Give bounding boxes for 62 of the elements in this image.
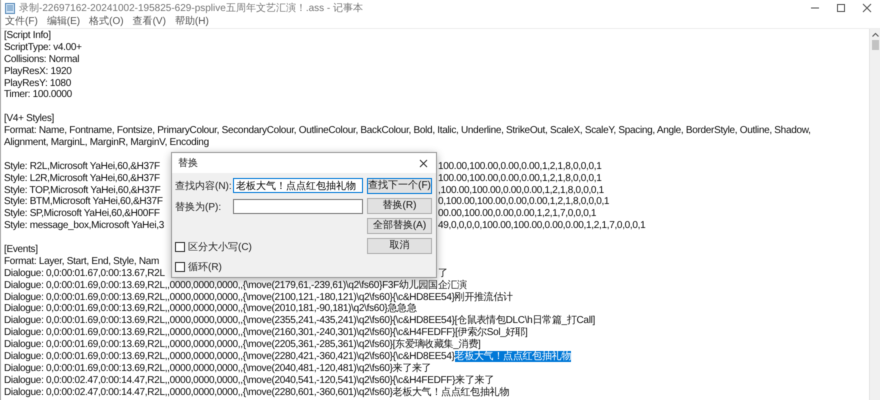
text-line: Style: BTM,Microsoft YaHei,60,&H37F: [4, 196, 163, 208]
dialog-button[interactable]: 全部替换(A): [367, 218, 432, 234]
text-line: Dialogue: 0,0:00:01.69,0:00:13.69,R2L,,0000,0000,0000,,{\move(2179,61,-239,61)\q2\fs60}F3F幼儿园国企汇演: [4, 280, 467, 291]
text-line: Style: SP,Microsoft YaHei,60,&H00FF: [4, 208, 160, 220]
scrollbar-track[interactable]: [869, 29, 880, 400]
menu-item[interactable]: 格式(O): [89, 16, 124, 28]
text-line: [Script Info]: [4, 30, 51, 41]
menu-item[interactable]: 文件(F): [5, 16, 38, 28]
text-line: 100.00,100.00,0.00,0.00,1,2,1,8,0,0,0,1: [438, 160, 602, 173]
text-line: Format: Name, Fontname, Fontsize, PrimaryColour, SecondaryColour, OutlineColour, BackColour, Bold, Italic, Underline, StrikeOut, ScaleX, ScaleY, Spacing, Angle, BorderStyle, Outline, Shadow,: [4, 125, 811, 136]
window-title: 录制-22697162-20241002-195825-629-psplive五周年文艺汇演！.ass - 记事本: [19, 2, 364, 15]
close-button[interactable]: [862, 3, 872, 13]
text-line: [V4+ Styles]: [4, 113, 54, 124]
checkbox[interactable]: [175, 262, 185, 272]
text-line: Dialogue: 0,0:00:01.69,0:00:13.69,R2L,,0000,0000,0000,,{\move(2355,241,-435,241)\q2\fs60}{\c&HD8EE54}[仓鼠表情包DLC\h日常篇_打Call]: [4, 315, 596, 326]
text-line: PlayResY: 1080: [4, 78, 71, 89]
menu-item[interactable]: 编辑(E): [46, 16, 80, 28]
text-line: Alignment, MarginL, MarginR, MarginV, Encoding: [4, 137, 209, 148]
text-line: Collisions: Normal: [4, 54, 80, 65]
checkbox[interactable]: [175, 242, 185, 252]
dialog-title: 替换: [178, 156, 198, 170]
input-field[interactable]: 老板大气！点点红包抽礼物: [233, 178, 363, 193]
dialog-button[interactable]: 替换(R): [367, 198, 432, 214]
checkbox-label: 区分大小写(C): [188, 240, 252, 254]
text-line: Dialogue: 0,0:00:01.69,0:00:13.69,R2L,,0000,0000,0000,,{\move(2280,421,-360,421)\q2\fs60}{\c&HD8EE54}: [4, 351, 455, 362]
text-line: Dialogue: 0,0:00:01.67,0:00:13.67,R2L: [4, 268, 165, 279]
dialog-button[interactable]: 查找下一个(F): [367, 178, 432, 194]
close-button[interactable]: [419, 158, 428, 168]
text-line: Format: Layer, Start, End, Style, Nam: [4, 256, 160, 267]
text-line: Dialogue: 0,0:00:01.69,0:00:13.69,R2L,,0000,0000,0000,,{\move(2160,301,-240,301)\q2\fs60}{\c&H4FEDFF}[伊索尔Sol_好耶]: [4, 327, 528, 338]
menu-item[interactable]: 查看(V): [132, 16, 166, 28]
selected-text: 老板大气！点点红包抽礼物: [454, 351, 572, 362]
caret-icon[interactable]: [872, 32, 878, 37]
text-line: Style: TOP,Microsoft YaHei,60,&H37F: [4, 184, 160, 196]
text-line: Dialogue: 0,0:00:02.47,0:00:14.47,R2L,,0000,0000,0000,,{\move(2040,541,-120,541)\q2\fs60}{\c&H4FEDFF}来了来了: [4, 374, 494, 386]
dialog-button[interactable]: 取消: [367, 238, 432, 254]
text-line: Style: L2R,Microsoft YaHei,60,&H37F: [4, 172, 160, 184]
text-line: Timer: 100.0000: [4, 89, 72, 100]
text-line: Dialogue: 0,0:00:02.47,0:00:14.47,R2L,,0000,0000,0000,,{\move(2280,601,-360,601)\q2\fs60}老板大气！点点红包抽礼物: [4, 386, 510, 398]
text-line: 00.00,100.00,0.00,0.00,1,2,1,7,0,0,0,1: [438, 208, 598, 220]
text-line: Dialogue: 0,0:00:01.69,0:00:13.69,R2L,,0000,0000,0000,,{\move(2100,121,-180,121)\q2\fs60}{\c&HD8EE54}刚开推流估计: [4, 292, 513, 303]
notepad-icon: [5, 2, 15, 14]
text-line: Dialogue: 0,0:00:01.69,0:00:13.69,R2L,,0000,0000,0000,,{\move(2010,181,-90,181)\q2\fs60}急急急: [4, 303, 416, 314]
text-line: PlayResX: 1920: [4, 66, 72, 77]
field-label: 替换为(P):: [175, 200, 222, 214]
checkbox-label: 循环(R): [188, 261, 222, 274]
text-line: [Events]: [4, 244, 38, 256]
scrollbar-thumb[interactable]: [872, 40, 878, 50]
field-label: 查找内容(N):: [175, 180, 233, 192]
text-line: Dialogue: 0,0:00:01.69,0:00:13.69,R2L,,0000,0000,0000,,{\move(2040,481,-120,481)\q2\fs60}来了来了: [4, 362, 432, 374]
menu-item[interactable]: 帮助(H): [174, 16, 209, 28]
text-line: Dialogue: 0,0:00:01.69,0:00:13.69,R2L,,0000,0000,0000,,{\move(2205,361,-285,361)\q2\fs60}[东爱璃收藏集_消费]: [4, 339, 480, 350]
text-line: 100.00,100.00,0.00,0.00,1,2,1,8,0,0,0,1: [438, 172, 602, 185]
text-line: Style: message_box,Microsoft YaHei,3: [4, 220, 164, 232]
text-line: ScriptType: v4.00+: [4, 42, 82, 53]
text-line: ,100.00,100.00,0.00,0.00,1,2,1,8,0,0,0,1: [438, 184, 605, 196]
text-line: Style: R2L,Microsoft YaHei,60,&H37F: [4, 160, 160, 172]
input-field[interactable]: [233, 199, 363, 214]
text-line: 49,0,0,0,0,100.00,100.00,0.00,0.00,1,2,1,7,0,0,0,1: [438, 220, 646, 232]
maximize-button[interactable]: [836, 3, 846, 13]
text-line: 了: [438, 268, 449, 280]
text-line: 0,100.00,100.00,0.00,0.00,1,2,1,8,0,0,0,1: [438, 196, 610, 208]
